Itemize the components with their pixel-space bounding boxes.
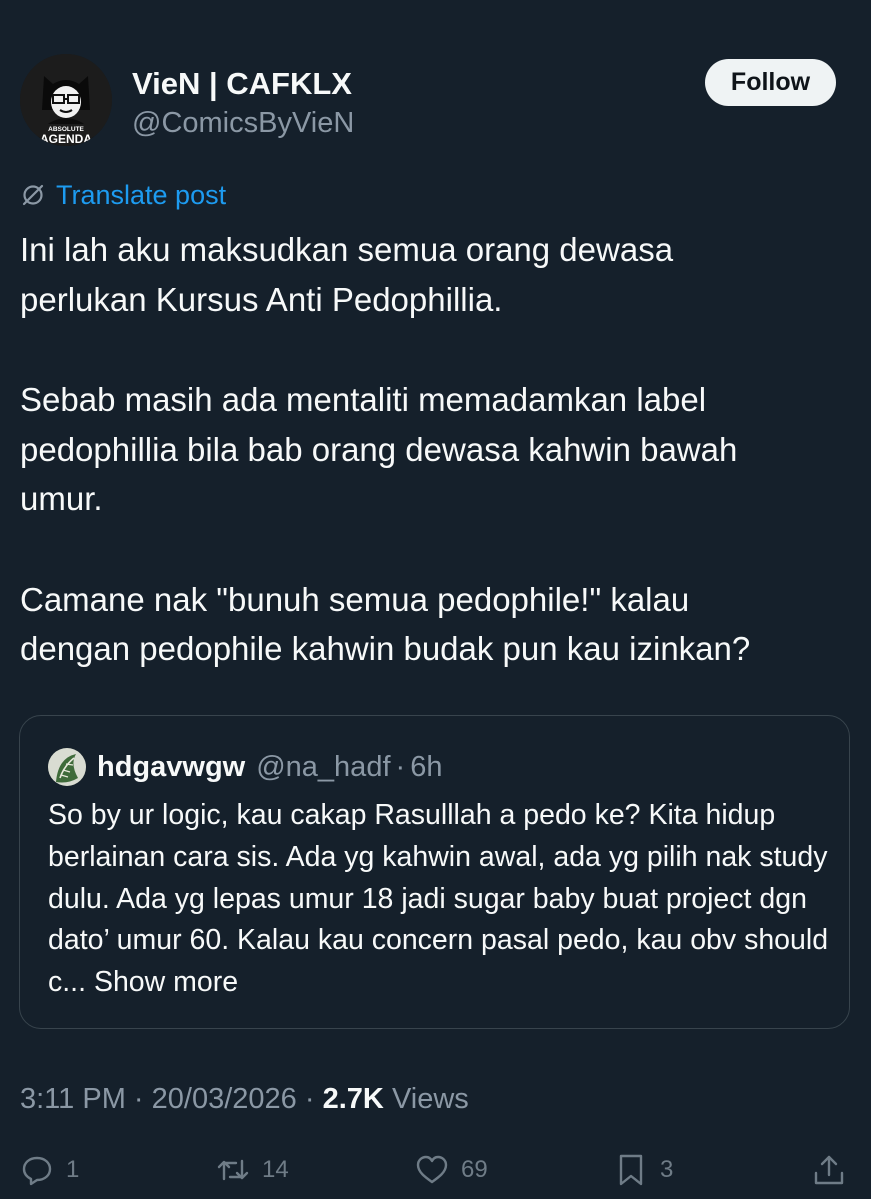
repost-count: 14 [262, 1156, 289, 1183]
share-button[interactable] [812, 1152, 846, 1188]
post-text: Ini lah aku maksudkan semua orang dewasa… [20, 225, 850, 674]
quoted-author-name[interactable]: hdgavwgw [97, 751, 245, 784]
avatar-text-bottom: AGENDA [40, 132, 92, 146]
quoted-separator: · [395, 750, 406, 783]
post-date[interactable]: 20/03/2026 [152, 1083, 297, 1115]
post-paragraph: Sebab masih ada mentaliti memadamkan lab… [20, 381, 738, 517]
menu-fragment-icon[interactable] [722, 0, 752, 4]
translate-post-label[interactable]: Translate post [56, 178, 226, 212]
reply-icon [22, 1156, 52, 1186]
quoted-author-avatar[interactable] [48, 748, 86, 786]
share-icon [814, 1155, 844, 1185]
post-paragraph: Ini lah aku maksudkan semua orang dewasa… [20, 231, 674, 318]
repost-button[interactable]: 14 [216, 1152, 289, 1188]
quoted-post-time[interactable]: 6h [410, 751, 442, 784]
post-paragraph: Camane nak "bunuh semua pedophile!" kala… [20, 580, 751, 668]
translate-icon [22, 184, 44, 206]
quoted-post-text: So by ur logic, kau cakap Rasulllah a pe… [48, 795, 838, 1004]
author-handle[interactable]: @ComicsByVieN [132, 106, 354, 140]
repost-icon [217, 1159, 249, 1181]
show-more-link[interactable]: Show more [94, 966, 238, 998]
bookmark-count: 3 [660, 1156, 674, 1183]
views-label: Views [391, 1083, 469, 1115]
bookmark-button[interactable]: 3 [614, 1152, 673, 1188]
author-display-name[interactable]: VieN | CAFKLX [132, 66, 352, 102]
meta-separator: · [304, 1083, 315, 1115]
quoted-post[interactable]: hdgavwgw @na_hadf · 6h So by ur logic, k… [19, 715, 850, 1029]
translate-post-link[interactable]: Translate post [20, 178, 226, 212]
like-count: 69 [461, 1156, 488, 1183]
views-count: 2.7K [322, 1083, 384, 1115]
post-time[interactable]: 3:11 PM [20, 1083, 126, 1115]
author-avatar[interactable]: ABSOLUTE AGENDA [20, 54, 112, 146]
action-bar: 1 14 69 3 [0, 1142, 871, 1199]
bookmark-icon [619, 1154, 643, 1186]
reply-button[interactable]: 1 [20, 1152, 79, 1188]
meta-separator: · [133, 1083, 144, 1115]
post-meta: 3:11 PM · 20/03/2026 · 2.7K Views [20, 1078, 469, 1120]
follow-button[interactable]: Follow [705, 59, 836, 106]
post-header: ABSOLUTE AGENDA VieN | CAFKLX @ComicsByV… [20, 54, 851, 146]
reply-count: 1 [66, 1156, 80, 1183]
quoted-author-handle[interactable]: @na_hadf [256, 751, 390, 784]
like-button[interactable]: 69 [415, 1152, 488, 1188]
like-icon [416, 1155, 448, 1184]
quoted-post-header: hdgavwgw @na_hadf · 6h [48, 747, 442, 787]
